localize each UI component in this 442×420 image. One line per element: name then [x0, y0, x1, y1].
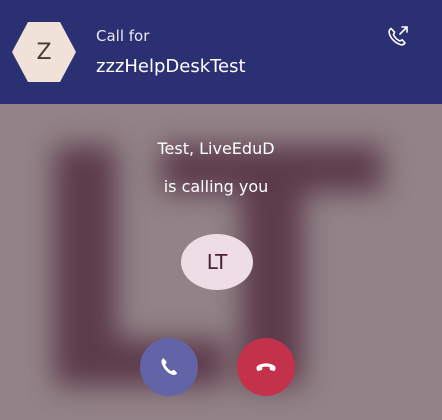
incoming-call-window: Z Call for zzzHelpDeskTest LT Test, Live… — [0, 0, 442, 420]
group-avatar: Z — [12, 22, 76, 82]
caller-avatar: LT — [181, 234, 253, 290]
call-header: Z Call for zzzHelpDeskTest — [0, 0, 442, 104]
caller-name: Test, LiveEduD — [157, 139, 275, 158]
call-target-name: zzzHelpDeskTest — [96, 56, 246, 77]
phone-icon — [161, 358, 178, 376]
accept-call-button[interactable] — [140, 338, 198, 396]
decline-call-button[interactable] — [237, 338, 295, 396]
call-status-text: is calling you — [163, 177, 269, 196]
caller-avatar-initials: LT — [206, 250, 228, 274]
hang-up-icon — [256, 363, 276, 371]
call-forward-icon[interactable] — [384, 22, 412, 50]
group-avatar-initial: Z — [36, 39, 52, 65]
call-for-label: Call for — [96, 27, 150, 45]
